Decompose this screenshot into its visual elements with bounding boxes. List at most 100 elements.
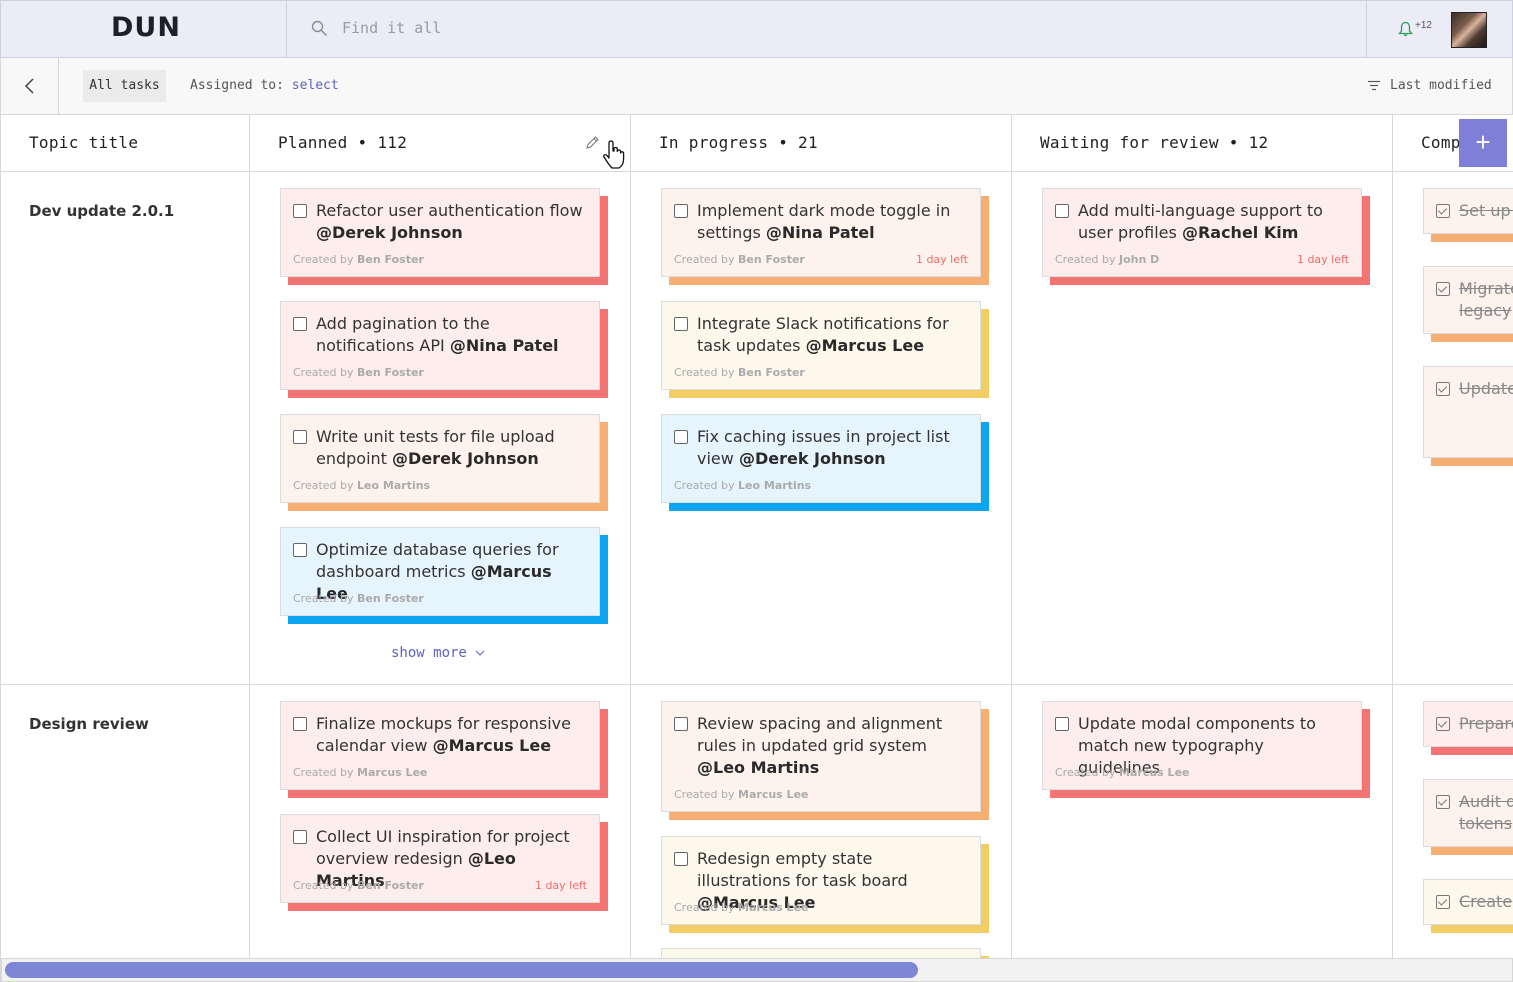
- task-card[interactable]: Update modal components to match new typ…: [1042, 701, 1362, 790]
- avatar[interactable]: [1451, 12, 1487, 48]
- back-button[interactable]: [1, 58, 59, 114]
- column-header-in-progress[interactable]: In progress • 21: [659, 133, 818, 152]
- chevron-down-icon: [475, 650, 485, 656]
- bell-icon[interactable]: [1398, 21, 1413, 37]
- completed-task-card[interactable]: Set up s: [1423, 188, 1513, 234]
- due-badge: 1 day left: [534, 879, 587, 892]
- grid-line: [1392, 115, 1393, 982]
- task-card[interactable]: Optimize database queries for dashboard …: [280, 527, 600, 616]
- task-card[interactable]: Finalize mockups for responsive calendar…: [280, 701, 600, 790]
- completed-task-card[interactable]: Prepare: [1423, 701, 1513, 747]
- checked-checkbox[interactable]: [1436, 717, 1450, 731]
- task-checkbox[interactable]: [1055, 717, 1069, 731]
- task-checkbox[interactable]: [674, 204, 688, 218]
- task-checkbox[interactable]: [293, 317, 307, 331]
- task-title: Add multi-language support to user profi…: [1078, 201, 1323, 242]
- search-bar[interactable]: [287, 1, 1367, 58]
- assigned-label: Assigned to:: [190, 78, 284, 93]
- row-title[interactable]: Dev update 2.0.1: [29, 202, 174, 220]
- task-title: Write unit tests for file upload endpoin…: [316, 427, 555, 468]
- pencil-icon[interactable]: [585, 135, 600, 150]
- show-more-link[interactable]: show more: [391, 645, 485, 661]
- task-checkbox[interactable]: [1055, 204, 1069, 218]
- notification-count: +12: [1415, 20, 1432, 31]
- column-header-planned[interactable]: Planned • 112: [278, 133, 407, 152]
- search-input[interactable]: [342, 19, 942, 37]
- grid-line: [630, 115, 631, 982]
- task-card[interactable]: Write unit tests for file upload endpoin…: [280, 414, 600, 503]
- task-title: Implement dark mode toggle in settings @…: [697, 201, 951, 242]
- search-icon: [311, 20, 327, 36]
- task-card[interactable]: Fix caching issues in project list view …: [661, 414, 981, 503]
- column-header-completed[interactable]: Comp: [1421, 133, 1461, 152]
- sort-icon: [1368, 80, 1380, 91]
- task-checkbox[interactable]: [293, 543, 307, 557]
- checked-checkbox[interactable]: [1436, 382, 1450, 396]
- task-assignee: @Derek Johnson: [316, 223, 463, 242]
- task-meta: Created by Ben Foster: [293, 366, 424, 379]
- all-tasks-tab[interactable]: All tasks: [83, 70, 166, 102]
- hand-cursor-icon: [603, 140, 625, 169]
- task-meta: Created by Marcus Lee: [1055, 766, 1190, 779]
- task-meta: Created by Marcus Lee: [674, 788, 809, 801]
- top-bar: DUN +12: [0, 0, 1513, 58]
- checked-checkbox[interactable]: [1436, 795, 1450, 809]
- task-card[interactable]: Add pagination to the notifications API …: [280, 301, 600, 390]
- task-assignee: @Derek Johnson: [392, 449, 539, 468]
- completed-task-card[interactable]: Migrate legacy: [1423, 266, 1513, 334]
- grid-line: [0, 115, 1, 982]
- task-checkbox[interactable]: [293, 430, 307, 444]
- task-title: Review spacing and alignment rules in up…: [697, 714, 943, 777]
- assigned-filter[interactable]: Assigned to: select: [190, 78, 339, 93]
- row-title[interactable]: Design review: [29, 715, 149, 733]
- logo[interactable]: DUN: [1, 1, 287, 58]
- checked-checkbox[interactable]: [1436, 282, 1450, 296]
- task-meta: Created by Leo Martins: [674, 479, 812, 492]
- task-meta: Created by Leo Martins: [293, 479, 431, 492]
- task-checkbox[interactable]: [293, 204, 307, 218]
- task-card[interactable]: Add multi-language support to user profi…: [1042, 188, 1362, 277]
- task-assignee: @Nina Patel: [765, 223, 875, 242]
- task-title: Fix caching issues in project list view …: [697, 427, 950, 468]
- user-area: +12: [1366, 1, 1513, 58]
- add-column-button[interactable]: +: [1459, 119, 1507, 167]
- sort-label: Last modified: [1390, 78, 1492, 93]
- completed-task-card[interactable]: Audit d tokens: [1423, 779, 1513, 847]
- task-card[interactable]: Review spacing and alignment rules in up…: [661, 701, 981, 812]
- task-checkbox[interactable]: [674, 717, 688, 731]
- chevron-left-icon: [24, 78, 34, 94]
- task-card[interactable]: Redesign empty state illustrations for t…: [661, 836, 981, 925]
- task-checkbox[interactable]: [293, 717, 307, 731]
- task-title: Update: [1459, 379, 1513, 398]
- task-meta: Created by Ben Foster: [293, 879, 424, 892]
- completed-task-card[interactable]: Update: [1423, 366, 1513, 458]
- checked-checkbox[interactable]: [1436, 895, 1450, 909]
- task-card[interactable]: Collect UI inspiration for project overv…: [280, 814, 600, 903]
- filter-toolbar: All tasks Assigned to: select Last modif…: [0, 58, 1513, 115]
- due-badge: 1 day left: [915, 253, 968, 266]
- task-checkbox[interactable]: [293, 830, 307, 844]
- task-title: Create: [1459, 892, 1513, 911]
- task-checkbox[interactable]: [674, 852, 688, 866]
- task-card[interactable]: Refactor user authentication flow @Derek…: [280, 188, 600, 277]
- task-meta: Created by Marcus Lee: [674, 901, 809, 914]
- task-card[interactable]: Implement dark mode toggle in settings @…: [661, 188, 981, 277]
- sort-control[interactable]: Last modified: [1367, 78, 1492, 93]
- task-title: Set up s: [1459, 201, 1513, 220]
- task-checkbox[interactable]: [674, 317, 688, 331]
- completed-task-card[interactable]: Create: [1423, 879, 1513, 925]
- task-title: Migrate legacy: [1459, 279, 1513, 320]
- task-assignee: @Marcus Lee: [805, 336, 925, 355]
- task-assignee: @Rachel Kim: [1181, 223, 1299, 242]
- horizontal-scrollbar-thumb[interactable]: [5, 962, 918, 978]
- checked-checkbox[interactable]: [1436, 204, 1450, 218]
- task-meta: Created by Marcus Lee: [293, 766, 428, 779]
- grid-line: [1011, 115, 1012, 982]
- task-meta: Created by Ben Foster: [674, 366, 805, 379]
- column-header-waiting-review[interactable]: Waiting for review • 12: [1040, 133, 1268, 152]
- assigned-select[interactable]: select: [292, 78, 339, 93]
- task-checkbox[interactable]: [674, 430, 688, 444]
- task-card[interactable]: Integrate Slack notifications for task u…: [661, 301, 981, 390]
- due-badge: 1 day left: [1296, 253, 1349, 266]
- task-assignee: @Derek Johnson: [738, 449, 886, 468]
